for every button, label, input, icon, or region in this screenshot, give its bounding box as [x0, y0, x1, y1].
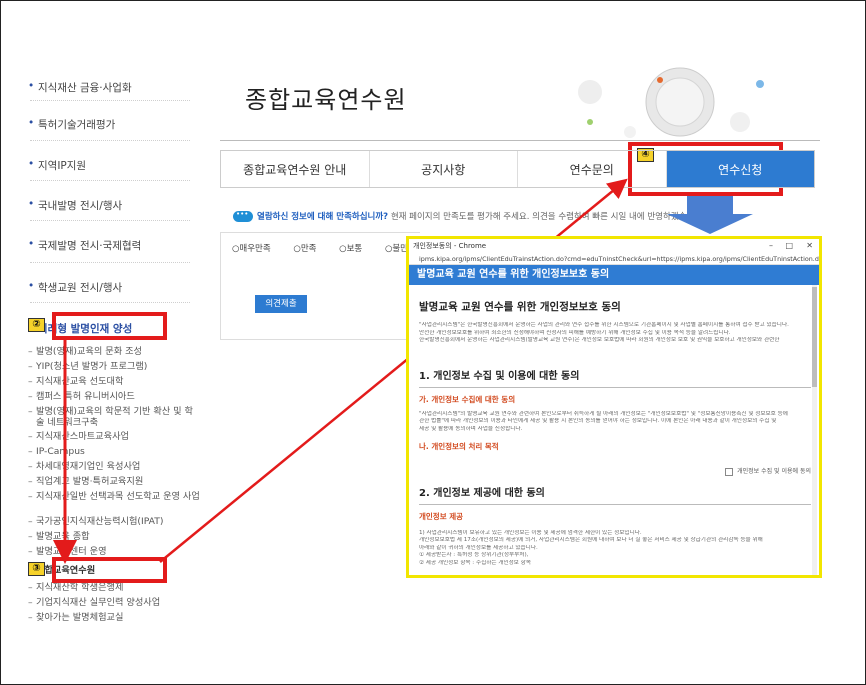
consent-checkbox[interactable]: 개인정보 수집 및 이용에 동의: [419, 466, 811, 476]
section2-text: ① 제공받는자 : 특허청 등 상위기관(정부부처),: [419, 552, 529, 558]
section2-title: 2. 개인정보 제공에 대한 동의: [419, 487, 545, 499]
section1-title: 1. 개인정보 수집 및 이용에 대한 동의: [419, 370, 580, 382]
section2-text: 1) 사업관리시스템이 보유하고 있는 개인정보는 이용 및 제공에 엄격한 제…: [419, 529, 642, 536]
section1-sub-b: 나. 개인정보의 처리 목적: [419, 442, 499, 451]
section2-text: ② 제공 개인정보 항목 : 수집하는 개인정보 항목: [419, 559, 531, 566]
popup-url-text: ipms.kipa.org/ipms/ClientEduTrainstActio…: [419, 255, 819, 263]
popup-header: 발명교육 교원 연수를 위한 개인정보보호 동의: [409, 265, 819, 285]
blue-down-arrow: [667, 196, 753, 234]
section2-sub: 개인정보 제공: [419, 511, 464, 521]
popup-address-bar[interactable]: ipms.kipa.org/ipms/ClientEduTrainstActio…: [409, 253, 819, 265]
section1-text: "사업관리시스템"의 발명교육 교원 연수와 관련하여 본인으로부터 취득하게 …: [419, 410, 788, 417]
intro-line: "사업관리시스템"은 한국발명진흥회에서 운영하는 사업의 관리와 연수 접수를…: [419, 322, 789, 328]
section2-text: 아래와 같이 귀하의 개인정보를 제공하고 있습니다.: [419, 544, 538, 551]
popup-header-title: 발명교육 교원 연수를 위한 개인정보보호 동의: [417, 269, 610, 280]
intro-line: 한국발명진흥회에서 운영하는 사업관리시스템(발명교육 교원 연수)은 개인정보…: [419, 337, 780, 343]
popup-body: 발명교육 교원 연수를 위한 개인정보보호 동의 "사업관리시스템"은 한국발명…: [409, 285, 819, 567]
popup-window-title: 개인정보동의 - Chrome: [413, 242, 487, 250]
maximize-icon[interactable]: □: [785, 239, 793, 253]
section2-text: 개인정보보호법 제 17조(개인정보의 제공)에 의거, 사업관리시스템은 회원…: [419, 537, 763, 543]
section1-text: 제공 및 활용에 동의하며 사업을 신청합니다.: [419, 425, 523, 432]
close-icon[interactable]: ✕: [806, 239, 813, 253]
popup-titlebar: 개인정보동의 - Chrome – □ ✕: [409, 239, 819, 253]
section1-sub-a: 가. 개인정보 수집에 대한 동의: [419, 394, 516, 404]
privacy-consent-popup: 개인정보동의 - Chrome – □ ✕ ipms.kipa.org/ipms…: [406, 236, 822, 578]
popup-scrollbar-thumb[interactable]: [812, 287, 817, 387]
section1-text: 관한 법률"에 따라 개인정보의 이용과 타인에게 제공 및 활용 시 본인의 …: [419, 418, 777, 424]
intro-line: 안전한 개인정보보호를 위하여 최소한의 신청해야하며 신청자의 피해를 예방하…: [419, 329, 731, 336]
consent-heading: 발명교육 교원 연수를 위한 개인정보보호 동의: [419, 301, 621, 313]
minimize-icon[interactable]: –: [769, 239, 773, 253]
